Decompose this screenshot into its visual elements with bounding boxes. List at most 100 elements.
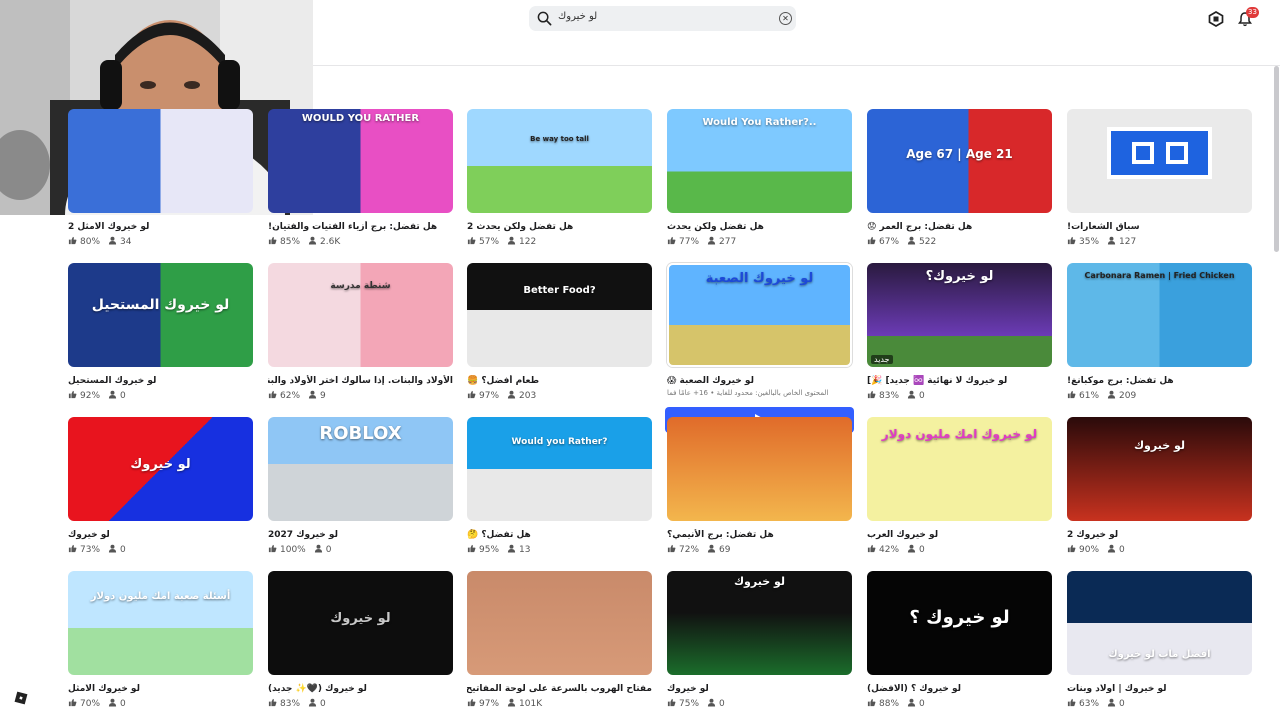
game-thumbnail[interactable]: لو خيروك xyxy=(667,571,852,675)
game-stats: 90% 0 xyxy=(1067,544,1252,556)
players-stat: 0 xyxy=(308,698,326,710)
game-title[interactable]: هل تفضل ولكن يحدث 2 xyxy=(467,221,652,233)
game-card[interactable]: هل تفضل: برج الأنيمي؟ 72% 69 xyxy=(667,417,852,556)
game-thumbnail[interactable]: Age 67 | Age 21 xyxy=(867,109,1052,213)
game-card[interactable]: لو خيروك ؟ لو خيروك ؟ (الافضل) 88% 0 xyxy=(867,571,1052,710)
game-title[interactable]: لو خيروك | اولاد وبنات xyxy=(1067,683,1252,695)
game-thumbnail[interactable]: أسئلة صعبة امك مليون دولار xyxy=(68,571,253,675)
players-stat: 0 xyxy=(707,698,725,710)
game-card[interactable]: Carbonara Ramen | Fried Chicken هل تفضل: … xyxy=(1067,263,1252,402)
game-thumbnail[interactable]: Would you Rather? xyxy=(467,417,652,521)
game-title[interactable]: لو خيروك xyxy=(68,529,253,541)
game-card[interactable]: Would You Rather?.. هل تفضل ولكن يحدث 77% 2… xyxy=(667,109,852,248)
game-thumbnail[interactable]: لو خيروك xyxy=(268,571,453,675)
game-title[interactable]: لو خيروك العرب xyxy=(867,529,1052,541)
game-thumbnail[interactable] xyxy=(467,571,652,675)
game-card[interactable]: لو خيروك امك مليون دولار لو خيروك العرب 42… xyxy=(867,417,1052,556)
game-stats: 35% 127 xyxy=(1067,236,1252,248)
game-thumbnail[interactable]: لو خيروك المستحيل xyxy=(68,263,253,367)
game-card[interactable]: مفتاح الهروب بالسرعة على لوحة المفاتيح +… xyxy=(467,571,652,710)
game-thumbnail[interactable]: Better Food? xyxy=(467,263,652,367)
game-thumbnail[interactable]: Carbonara Ramen | Fried Chicken xyxy=(1067,263,1252,367)
game-title[interactable]: سباق الشعارات! xyxy=(1067,221,1252,233)
rating-stat: 61% xyxy=(1067,390,1099,402)
game-stats: 100% 0 xyxy=(268,544,453,556)
game-card[interactable]: لو خيروك الصعبة لو خيروك الصعبة 😱 المحتوى … xyxy=(665,263,854,433)
game-thumbnail[interactable]: لو خيروك xyxy=(1067,417,1252,521)
players-stat: 0 xyxy=(314,544,331,556)
game-card[interactable]: Be way too tall هل تفضل ولكن يحدث 2 57% 122 xyxy=(467,109,652,248)
game-title[interactable]: مفتاح الهروب بالسرعة على لوحة المفاتيح +… xyxy=(467,683,652,695)
search-input[interactable]: لو خيروك xyxy=(558,11,597,22)
game-thumbnail[interactable] xyxy=(68,109,253,213)
game-title[interactable]: لو خيروك 2027 xyxy=(268,529,453,541)
game-title[interactable]: هل تفضل: برج الأنيمي؟ xyxy=(667,529,852,541)
game-card[interactable]: ROBLOX لو خيروك 2027 100% 0 xyxy=(268,417,453,556)
game-title[interactable]: هل تفضل: برج أزياء الفتيات والفتيان! xyxy=(268,221,453,233)
game-title[interactable]: هل تفضل؟ 🤔 xyxy=(467,529,652,541)
game-title[interactable]: لو خيروك ؟ (الافضل) xyxy=(867,683,1052,695)
game-thumbnail[interactable]: لو خيروك امك مليون دولار xyxy=(867,417,1052,521)
game-title[interactable]: هل تفضل: برج العمر 😟 xyxy=(867,221,1052,233)
game-card[interactable]: لو خيروك لو خيروك 75% 0 xyxy=(667,571,852,710)
game-thumbnail[interactable]: WOULD YOU RATHER xyxy=(268,109,453,213)
game-title[interactable]: لو خيروك لا نهائية ♾️ جديد] 🎉] xyxy=(867,375,1052,387)
game-thumbnail[interactable]: لو خيروك xyxy=(68,417,253,521)
rating-value: 83% xyxy=(879,391,900,401)
game-thumbnail[interactable]: لو خيروك ؟ xyxy=(867,571,1052,675)
game-title[interactable]: هل تفضل: برج موكبانغ! xyxy=(1067,375,1252,387)
robux-icon[interactable] xyxy=(1208,11,1224,27)
game-title[interactable]: الأولاد والبنات. إذا سألوك اختر الأولاد … xyxy=(268,375,453,387)
thumbs-up-icon xyxy=(467,390,476,402)
game-card[interactable]: Would you Rather? هل تفضل؟ 🤔 95% 13 xyxy=(467,417,652,556)
game-thumbnail[interactable]: شنطة مدرسة xyxy=(268,263,453,367)
game-card[interactable]: شنطة مدرسة الأولاد والبنات. إذا سألوك اخت… xyxy=(268,263,453,402)
search-icon[interactable] xyxy=(537,11,552,26)
game-card[interactable]: Better Food? طعام أفضل؟ 🍔 97% 203 xyxy=(467,263,652,402)
game-card[interactable]: أسئلة صعبة امك مليون دولار لو خيروك الامث… xyxy=(68,571,253,710)
players-stat: 0 xyxy=(108,544,126,556)
game-card[interactable]: لو خيروك لو خيروك (🖤✨ جديد) 83% 0 xyxy=(268,571,453,710)
rating-value: 62% xyxy=(280,391,301,401)
game-title[interactable]: لو خيروك الامثل 2 xyxy=(68,221,253,233)
game-card[interactable]: سباق الشعارات! 35% 127 xyxy=(1067,109,1252,248)
players-icon xyxy=(108,544,117,556)
game-title[interactable]: هل تفضل ولكن يحدث xyxy=(667,221,852,233)
game-card[interactable]: لو خيروك المستحيل لو خيروك المستحيل 92% 0 xyxy=(68,263,253,402)
thumbnail-text: لو خيروك ؟ xyxy=(909,607,1010,628)
game-title[interactable]: طعام أفضل؟ 🍔 xyxy=(467,375,652,387)
game-thumbnail[interactable]: Be way too tall xyxy=(467,109,652,213)
search-bar[interactable]: لو خيروك ✕ xyxy=(529,6,796,31)
game-thumbnail[interactable] xyxy=(667,417,852,521)
game-thumbnail[interactable]: لو خيروك؟ جديد xyxy=(867,263,1052,367)
game-card[interactable]: افضل ماب لو خيروك لو خيروك | اولاد وبنات 6… xyxy=(1067,571,1252,710)
game-title[interactable]: لو خيروك xyxy=(667,683,852,695)
page-scrollbar[interactable] xyxy=(1274,66,1279,252)
game-thumbnail[interactable] xyxy=(1067,109,1252,213)
game-card[interactable]: لو خيروك لو خيروك 2 90% 0 xyxy=(1067,417,1252,556)
game-title[interactable]: لو خيروك 2 xyxy=(1067,529,1252,541)
game-card[interactable]: لو خيروك لو خيروك 73% 0 xyxy=(68,417,253,556)
game-thumbnail[interactable]: لو خيروك الصعبة xyxy=(667,263,852,367)
game-card[interactable]: لو خيروك؟ جديد لو خيروك لا نهائية ♾️ جديد]… xyxy=(867,263,1052,402)
game-thumbnail[interactable]: Would You Rather?.. xyxy=(667,109,852,213)
game-stats: 57% 122 xyxy=(467,236,652,248)
game-thumbnail[interactable]: افضل ماب لو خيروك xyxy=(1067,571,1252,675)
game-card[interactable]: Age 67 | Age 21 هل تفضل: برج العمر 😟 67% 52… xyxy=(867,109,1052,248)
game-stats: 83% 0 xyxy=(268,698,453,710)
rating-value: 88% xyxy=(879,699,900,709)
game-title[interactable]: لو خيروك الامثل xyxy=(68,683,253,695)
game-title[interactable]: لو خيروك (🖤✨ جديد) xyxy=(268,683,453,695)
rating-stat: 83% xyxy=(867,390,899,402)
thumbs-up-icon xyxy=(268,390,277,402)
game-title[interactable]: لو خيروك الصعبة 😱 xyxy=(667,375,852,387)
roblox-logo-icon[interactable] xyxy=(14,691,28,705)
game-card[interactable]: WOULD YOU RATHER هل تفضل: برج أزياء الفتي… xyxy=(268,109,453,248)
game-title[interactable]: لو خيروك المستحيل xyxy=(68,375,253,387)
clear-search-icon[interactable]: ✕ xyxy=(779,12,792,25)
game-thumbnail[interactable]: ROBLOX xyxy=(268,417,453,521)
players-icon xyxy=(108,236,117,248)
players-value: 277 xyxy=(719,237,737,247)
players-icon xyxy=(507,390,516,402)
game-card[interactable]: لو خيروك الامثل 2 80% 34 xyxy=(68,109,253,248)
